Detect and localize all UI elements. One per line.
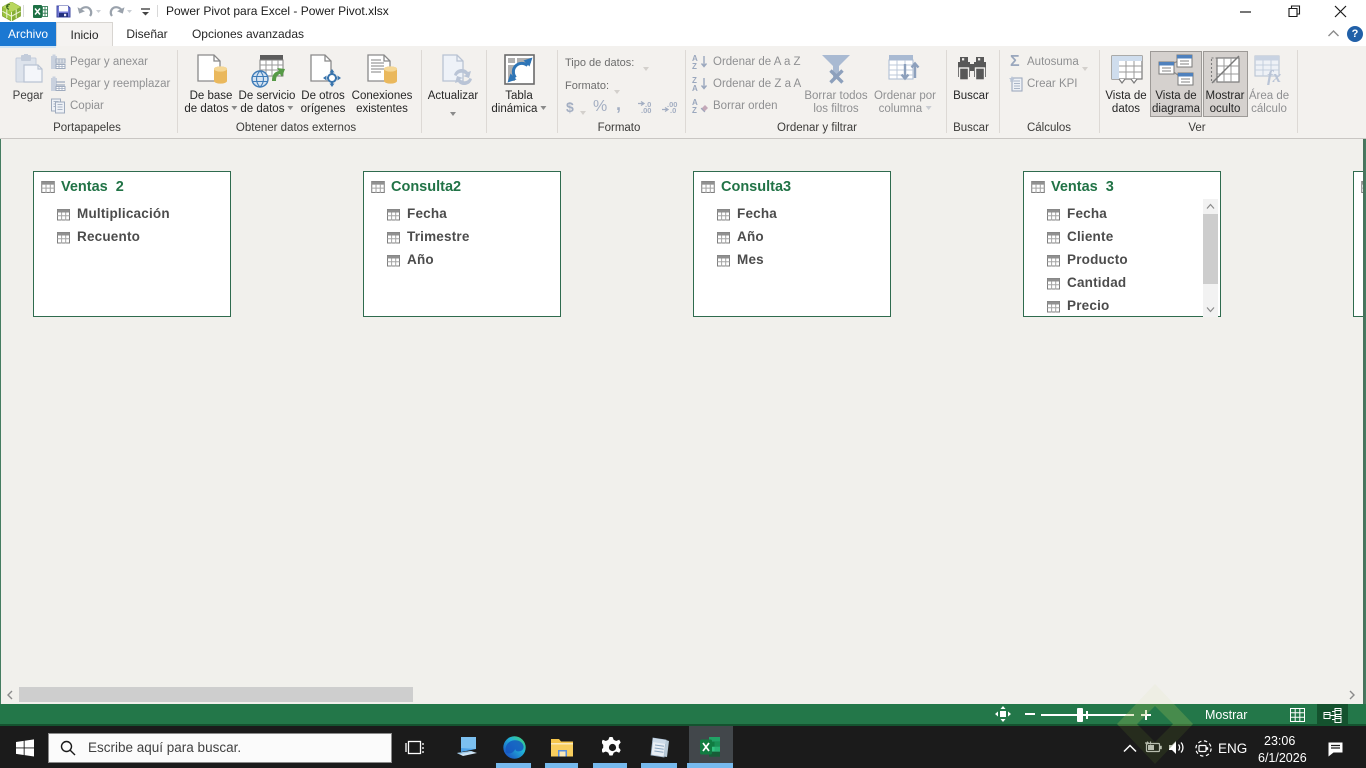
svg-text:.00: .00 bbox=[641, 106, 651, 113]
svg-text:Z: Z bbox=[692, 106, 697, 114]
svg-text:Z: Z bbox=[692, 62, 697, 70]
svg-text:.0: .0 bbox=[670, 106, 676, 113]
svg-text:fx: fx bbox=[1267, 67, 1282, 85]
svg-text:A: A bbox=[692, 84, 698, 92]
